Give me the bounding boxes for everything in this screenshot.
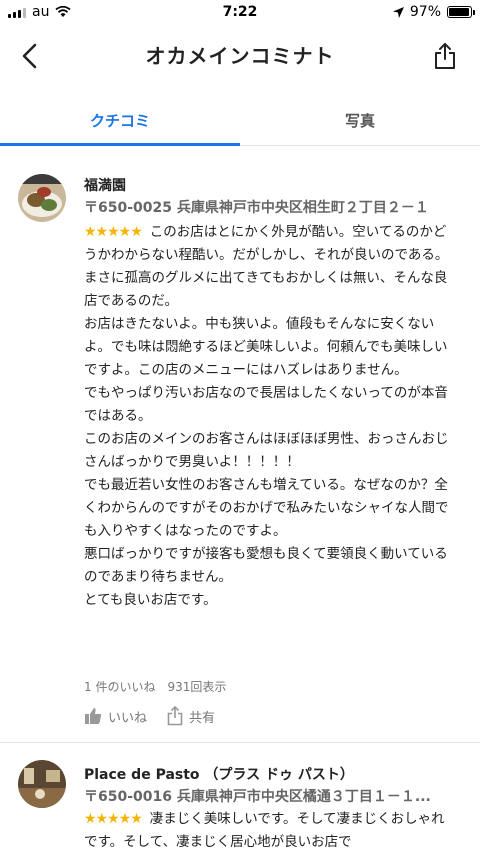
- star-rating: ★★★★★: [84, 224, 143, 240]
- thumbs-up-icon: [85, 708, 102, 724]
- share-review-button[interactable]: 共有: [167, 706, 215, 726]
- review-text: ★★★★★ このお店はとにかく外見が酷い。空いてるのかどうかわからない程酷い。だが…: [84, 221, 454, 612]
- review-actions: いいね 共有: [84, 706, 215, 726]
- battery-percent: 97%: [409, 4, 441, 20]
- status-right: 97%: [392, 4, 475, 20]
- review-line: このお店のメインのお客さんはほぼほぼ男性、おっさんおじさんばっかりで男臭いよ！！…: [84, 431, 449, 470]
- tab-bar: クチコミ 写真: [0, 94, 480, 146]
- share-button[interactable]: [430, 38, 460, 74]
- review-first-line: ★★★★★ 凄まじく美味しいです。そして凄まじくおしゃれです。そして、凄まじく居心…: [84, 811, 445, 850]
- review-line: まさに孤高のグルメに出てきてもおかしくは無い、そんな良店であるのだ。: [84, 270, 448, 309]
- battery-icon: [447, 6, 475, 18]
- share-label: 共有: [189, 710, 216, 726]
- like-count: 1 件のいいね: [84, 680, 156, 694]
- app-bar: オカメインコミナト: [0, 24, 480, 88]
- review-meta: 1 件のいいね 931回表示: [84, 678, 226, 695]
- reviewer-address: 〒650-0025 兵庫県神戸市中央区相生町２丁目２－１: [84, 200, 429, 216]
- tab-reviews[interactable]: クチコミ: [0, 94, 240, 146]
- review-line: とても良いお店です。: [84, 592, 217, 608]
- like-button[interactable]: いいね: [84, 706, 147, 726]
- tab-photos[interactable]: 写真: [240, 94, 480, 146]
- location-arrow-icon: [392, 6, 404, 18]
- share-icon: [435, 43, 455, 69]
- review-first-line: ★★★★★ このお店はとにかく外見が酷い。空いてるのかどうかわからない程酷い。だが…: [84, 224, 449, 263]
- page-title: オカメインコミナト: [145, 44, 335, 68]
- reviewer-address: 〒650-0016 兵庫県神戸市中央区橘通３丁目１－１...: [84, 789, 431, 805]
- avatar[interactable]: [18, 760, 66, 808]
- review-line: でも最近若い女性のお客さんも増えている。なぜなのか？全くわからんのですがそのおか…: [84, 477, 449, 539]
- reviewer-name[interactable]: 福満園: [84, 175, 126, 195]
- status-bar: au 7:22 97%: [0, 0, 480, 24]
- share-icon: [167, 706, 183, 726]
- review-line: でもやっぱり汚いお店なので長居はしたくないってのが本音ではある。: [84, 385, 448, 424]
- review-line: 悪口ばっかりですが接客も愛想も良くて要領良く動いているのであまり待ちません。: [84, 546, 448, 585]
- review-divider: [0, 742, 480, 743]
- review-text: ★★★★★ 凄まじく美味しいです。そして凄まじくおしゃれです。そして、凄まじく居心…: [84, 808, 454, 853]
- avatar[interactable]: [18, 174, 66, 222]
- like-label: いいね: [108, 710, 148, 726]
- tab-indicator: [0, 143, 240, 146]
- review-item: Place de Pasto （プラス ドゥ パスト） 〒650-0016 兵庫…: [0, 758, 480, 853]
- review-line: お店はきたないよ。中も狭いよ。値段もそんなに安くないよ。でも味は悶絶するほど美味…: [84, 316, 448, 378]
- view-count: 931回表示: [167, 680, 227, 694]
- reviewer-name[interactable]: Place de Pasto （プラス ドゥ パスト）: [84, 764, 354, 784]
- review-item: 福満園 〒650-0025 兵庫県神戸市中央区相生町２丁目２－１ ★★★★★ この…: [0, 170, 480, 740]
- star-rating: ★★★★★: [84, 811, 143, 827]
